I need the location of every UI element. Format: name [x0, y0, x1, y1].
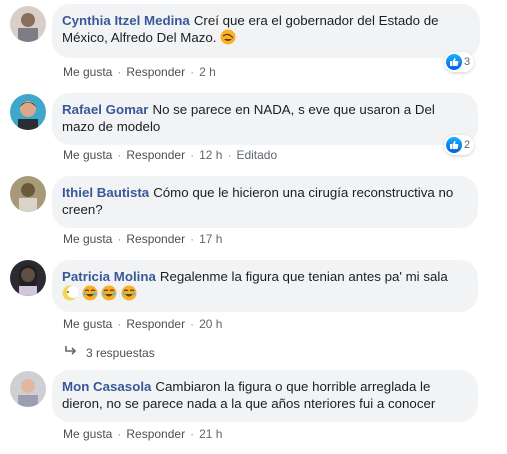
like-button[interactable]: Me gusta [63, 317, 112, 331]
avatar[interactable] [10, 371, 46, 407]
avatar[interactable] [10, 94, 46, 130]
rofl-emoji [220, 29, 236, 49]
comment-time[interactable]: 20 h [199, 317, 222, 331]
reply-button[interactable]: Responder [126, 427, 185, 441]
avatar[interactable] [10, 260, 46, 296]
comment-actions: Me gusta · Responder · 20 h [63, 317, 223, 331]
comment-time[interactable]: 12 h [199, 148, 222, 162]
like-button[interactable]: Me gusta [63, 65, 112, 79]
reaction-number: 2 [464, 139, 471, 151]
replies-count[interactable]: 3 respuestas [86, 346, 155, 360]
reply-arrow-icon [64, 345, 78, 360]
reaction-count[interactable]: 3 [444, 52, 475, 72]
avatar[interactable] [10, 6, 46, 42]
comment-actions: Me gusta · Responder · 12 h · Editado [63, 148, 278, 162]
reply-button[interactable]: Responder [126, 65, 185, 79]
comment-text: Regalenme la figura que tenian antes pa'… [159, 269, 448, 284]
comment-author[interactable]: Cynthia Itzel Medina [62, 13, 190, 28]
joy-emoji [101, 285, 117, 305]
comment-author[interactable]: Patricia Molina [62, 269, 156, 284]
comment-actions: Me gusta · Responder · 21 h [63, 427, 223, 441]
comment-author[interactable]: Ithiel Bautista [62, 185, 149, 200]
comment-bubble: Patricia Molina Regalenme la figura que t… [52, 260, 478, 312]
moon-face-emoji [62, 285, 79, 305]
like-button[interactable]: Me gusta [63, 232, 112, 246]
comment-author[interactable]: Mon Casasola [62, 379, 151, 394]
comment-author[interactable]: Rafael Gomar [62, 102, 148, 117]
comment-actions: Me gusta · Responder · 2 h [63, 65, 216, 79]
like-button[interactable]: Me gusta [63, 148, 112, 162]
like-icon [446, 54, 462, 70]
joy-emoji [82, 285, 98, 305]
comment-time[interactable]: 21 h [199, 427, 222, 441]
like-button[interactable]: Me gusta [63, 427, 112, 441]
joy-emoji [121, 285, 137, 305]
reply-button[interactable]: Responder [126, 148, 185, 162]
avatar[interactable] [10, 176, 46, 212]
reply-button[interactable]: Responder [126, 232, 185, 246]
comment-bubble: Cynthia Itzel Medina Creí que era el gobe… [52, 4, 480, 58]
comment-time[interactable]: 17 h [199, 232, 222, 246]
view-replies-link[interactable]: 3 respuestas [64, 345, 155, 360]
comment-bubble: Rafael Gomar No se parece en NADA, s eve … [52, 93, 478, 145]
reply-button[interactable]: Responder [126, 317, 185, 331]
comment-bubble: Ithiel Bautista Cómo que le hicieron una … [52, 176, 478, 228]
reaction-count[interactable]: 2 [444, 135, 475, 155]
comment-time[interactable]: 2 h [199, 65, 216, 79]
like-icon [446, 137, 462, 153]
comment-actions: Me gusta · Responder · 17 h [63, 232, 223, 246]
edited-label[interactable]: Editado [236, 148, 277, 162]
reaction-number: 3 [464, 56, 471, 68]
comment-bubble: Mon Casasola Cambiaron la figura o que ho… [52, 370, 478, 422]
